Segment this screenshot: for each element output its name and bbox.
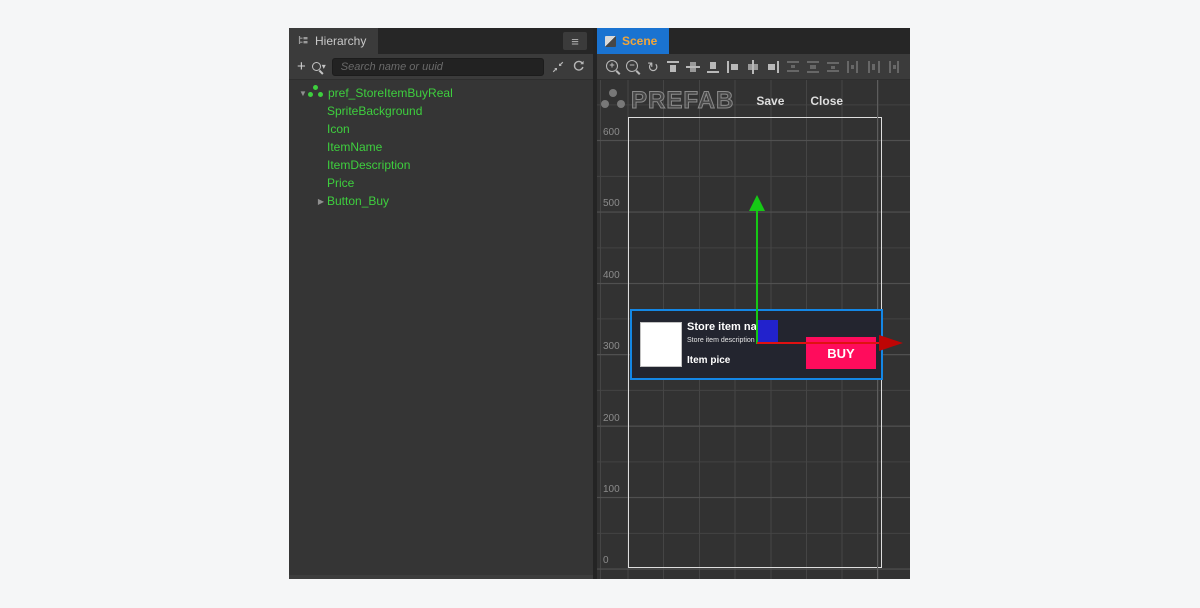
hierarchy-tab-label: Hierarchy bbox=[315, 34, 367, 48]
tree-node-label: pref_StoreItemBuyReal bbox=[328, 86, 453, 100]
refresh-icon[interactable] bbox=[572, 60, 585, 73]
ruler-label: 100 bbox=[603, 484, 620, 495]
tree-node-row[interactable]: ▶ Button_Buy bbox=[289, 192, 593, 210]
save-button[interactable]: Save bbox=[748, 90, 792, 112]
scene-canvas[interactable]: PREFAB Save Close Store item name Store … bbox=[597, 80, 910, 579]
gizmo-y-arrowhead-icon[interactable] bbox=[748, 195, 765, 211]
gizmo-x-axis[interactable] bbox=[757, 341, 879, 344]
scene-toolbar bbox=[597, 54, 910, 80]
hierarchy-toolbar: + ▾ bbox=[289, 54, 593, 80]
tree-node-label: ItemName bbox=[327, 140, 383, 154]
prefab-watermark: PREFAB bbox=[630, 87, 735, 115]
scene-panel: Scene PREFAB Save Close Store item name … bbox=[597, 28, 910, 579]
tree-node-row[interactable]: ▼ pref_StoreItemBuyReal bbox=[289, 84, 593, 102]
panel-menu-icon[interactable]: ≡ bbox=[563, 32, 587, 50]
gizmo-x-arrowhead-icon[interactable] bbox=[879, 334, 903, 351]
ruler-label: 400 bbox=[603, 269, 620, 281]
tree-node-row[interactable]: Price bbox=[289, 174, 593, 192]
align-top-icon[interactable] bbox=[665, 59, 681, 75]
ruler-label: 500 bbox=[603, 198, 620, 210]
magnifier-icon bbox=[311, 62, 321, 71]
distribute-v-center-icon bbox=[805, 59, 821, 75]
tree-node-label: SpriteBackground bbox=[327, 104, 423, 118]
tree-expanded-arrow-icon[interactable]: ▼ bbox=[297, 89, 309, 98]
tree-node-label: Price bbox=[327, 176, 355, 190]
tree-node-label: Button_Buy bbox=[327, 194, 390, 208]
distribute-right-icon bbox=[885, 59, 901, 75]
align-right-icon[interactable] bbox=[765, 59, 781, 75]
editor-window: Hierarchy ≡ + ▾ Search name or uuid ▼ pr… bbox=[289, 28, 910, 579]
hierarchy-tree-icon bbox=[297, 35, 309, 47]
add-node-button[interactable]: + bbox=[297, 59, 306, 74]
distribute-bottom-icon bbox=[825, 59, 841, 75]
align-v-center-icon[interactable] bbox=[685, 59, 701, 75]
gizmo-y-axis[interactable] bbox=[755, 210, 758, 344]
align-h-center-icon[interactable] bbox=[745, 59, 761, 75]
item-price-label: Item pice bbox=[687, 355, 731, 366]
distribute-top-icon bbox=[785, 59, 801, 75]
scene-icon bbox=[605, 35, 616, 47]
tree-node-row[interactable]: Icon bbox=[289, 120, 593, 138]
tree-node-label: Icon bbox=[327, 122, 350, 136]
tree-node-row[interactable]: ItemDescription bbox=[289, 156, 593, 174]
search-filter-icon[interactable]: ▾ bbox=[311, 62, 326, 71]
hierarchy-panel: Hierarchy ≡ + ▾ Search name or uuid ▼ pr… bbox=[289, 28, 593, 579]
prefab-edit-header: PREFAB Save Close bbox=[604, 87, 851, 115]
collapse-all-icon[interactable] bbox=[552, 61, 564, 73]
caret-down-icon: ▾ bbox=[321, 62, 326, 71]
reset-view-icon[interactable] bbox=[645, 59, 661, 75]
tree-collapsed-arrow-icon[interactable]: ▶ bbox=[315, 197, 327, 206]
tree-node-row[interactable]: ItemName bbox=[289, 138, 593, 156]
buy-button-label: BUY bbox=[827, 345, 855, 361]
tree-node-row[interactable]: SpriteBackground bbox=[289, 102, 593, 120]
scene-tab-label: Scene bbox=[622, 34, 658, 48]
gizmo-xy-plane-handle[interactable] bbox=[757, 320, 778, 342]
distribute-left-icon bbox=[845, 59, 861, 75]
ruler-label: 200 bbox=[603, 412, 620, 424]
ruler-label: 600 bbox=[603, 127, 620, 138]
prefab-icon bbox=[609, 89, 617, 97]
align-left-icon[interactable] bbox=[725, 59, 741, 75]
hierarchy-toolbar-right bbox=[550, 60, 585, 73]
zoom-out-icon[interactable] bbox=[625, 59, 641, 75]
ruler-label: 300 bbox=[603, 341, 620, 353]
tree-node-label: ItemDescription bbox=[327, 158, 411, 172]
scene-tabbar: Scene bbox=[597, 28, 910, 54]
hierarchy-tree: ▼ pref_StoreItemBuyReal SpriteBackground Ic… bbox=[289, 80, 593, 579]
ruler-label: 0 bbox=[603, 555, 609, 567]
tab-scene[interactable]: Scene bbox=[597, 28, 670, 54]
zoom-in-icon[interactable] bbox=[605, 59, 621, 75]
distribute-h-center-icon bbox=[865, 59, 881, 75]
prefab-node-icon bbox=[313, 84, 318, 90]
item-description-label: Store item description bbox=[687, 337, 755, 344]
search-input[interactable] bbox=[331, 57, 544, 76]
close-button[interactable]: Close bbox=[802, 90, 851, 112]
tab-hierarchy[interactable]: Hierarchy bbox=[289, 28, 379, 54]
item-icon-sprite[interactable] bbox=[640, 322, 682, 367]
hierarchy-tabbar: Hierarchy ≡ bbox=[289, 28, 593, 54]
align-bottom-icon[interactable] bbox=[705, 59, 721, 75]
